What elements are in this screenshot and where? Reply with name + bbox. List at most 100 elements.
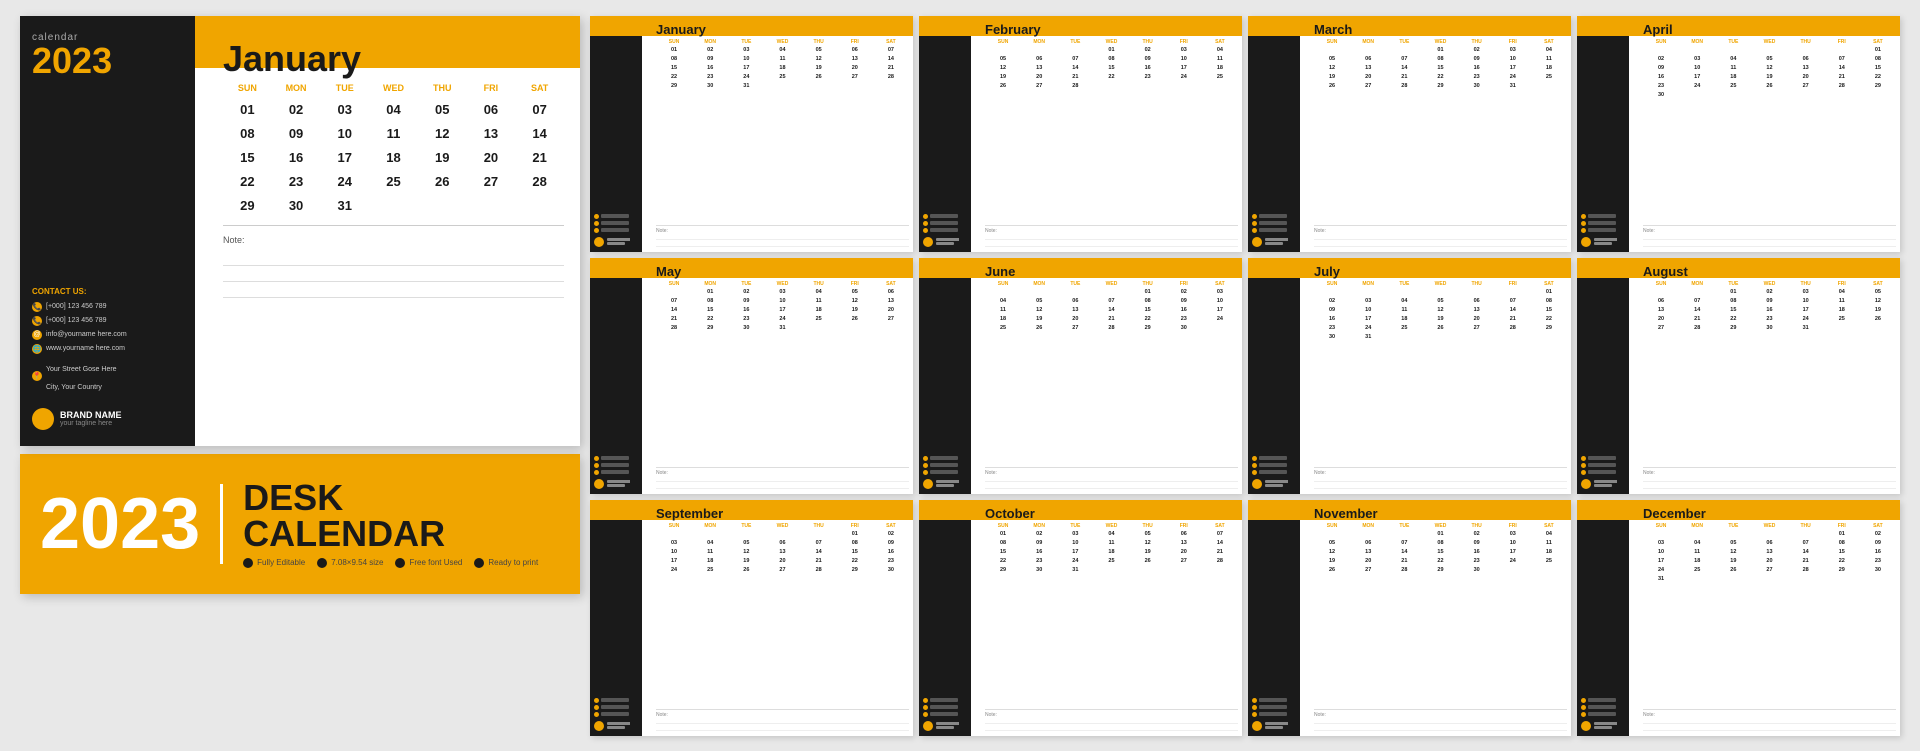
mini-cal-day: 11 [1679,548,1715,557]
mini-brand-line [936,242,954,245]
mini-cal-week: 12131415161718 [1314,64,1567,73]
mini-cal-day: 29 [1824,566,1860,575]
mini-contact [923,456,967,475]
mini-cal-day: 07 [1202,530,1238,539]
mini-cal-day: 05 [837,288,873,297]
mini-contact-item [1581,705,1625,710]
mini-cal-day: 30 [1643,91,1679,100]
note-line [223,284,564,298]
mini-cal-week: 010203040506 [656,288,909,297]
cal-day: 20 [467,146,516,169]
mini-day-header: TUE [1386,38,1422,46]
mini-cal-day: 23 [1860,557,1896,566]
mini-cal-day: 15 [837,548,873,557]
cal-day: 09 [272,122,321,145]
mini-cal-week: 16171819202122 [1643,73,1896,82]
mini-cal-day: 21 [801,557,837,566]
mini-day-header: FRI [837,280,873,288]
mini-cal-day: 04 [1715,55,1751,64]
mini-cal-week: 03040506070809 [656,539,909,548]
mini-cal-day [1459,333,1495,342]
mini-brand-line [936,484,954,487]
mini-cal-day: 23 [1130,73,1166,82]
mini-day-header: SAT [1202,38,1238,46]
contact-email: info@yourname here.com [46,331,127,338]
mini-cal-day: 20 [837,64,873,73]
mini-cal-day: 16 [1459,548,1495,557]
mini-cal-day: 06 [1788,55,1824,64]
mini-cal-day: 01 [1824,530,1860,539]
mini-cal-day: 08 [1422,55,1458,64]
mini-note: Note: [1314,467,1567,490]
mini-cal-day: 26 [1422,324,1458,333]
mini-day-header: SAT [873,38,909,46]
mini-contact-line [601,705,629,709]
mini-cal-day: 30 [1166,324,1202,333]
mini-cal-left-may: calendar 2023 [590,258,642,494]
mini-cal-week: 293031 [985,566,1238,575]
mini-brand-logo [923,721,933,731]
mini-cal-day: 06 [764,539,800,548]
mini-cal-day: 14 [1093,306,1129,315]
mini-day-header: WED [1093,280,1129,288]
mini-cal-header-row: SUNMONTUEWEDTHUFRISAT [656,38,909,46]
mini-contact-line [601,712,629,716]
mini-contact-dot [1581,221,1586,226]
mini-cal-week: 262728293031 [1314,82,1567,91]
mini-contact-line [1588,705,1616,709]
mini-contact-line [930,470,958,474]
mini-cal-week: 01020304050607 [985,530,1238,539]
mini-brand-lines [936,722,960,729]
mini-cal-day: 01 [656,46,692,55]
mini-cal-day: 19 [728,557,764,566]
brand-logo [32,408,54,430]
cal-day: 11 [369,122,418,145]
mini-cal-day: 24 [1788,315,1824,324]
mini-cal-day: 07 [873,46,909,55]
mini-cal-week: 04050607080910 [985,297,1238,306]
mini-cal-day: 12 [1860,297,1896,306]
mini-cal-day: 06 [837,46,873,55]
mini-contact-dot [923,712,928,717]
mini-cal-day: 03 [1643,539,1679,548]
mini-brand-line [1594,722,1618,725]
mini-cal-day: 08 [692,297,728,306]
mini-day-header: FRI [1824,522,1860,530]
calendar-word: CALENDAR [243,516,538,552]
mini-cal-grid: SUNMONTUEWEDTHUFRISAT 010203040506070809… [1643,38,1896,223]
mini-cal-day: 03 [1495,530,1531,539]
mini-cal-day: 10 [764,297,800,306]
feature-icon-3 [395,558,405,568]
mini-cal-day: 25 [985,324,1021,333]
mini-cal-left-august: calendar 2023 [1577,258,1629,494]
mini-cal-header-row: SUNMONTUEWEDTHUFRISAT [985,38,1238,46]
mini-cal-day: 11 [1715,64,1751,73]
mini-cal-day: 22 [1422,73,1458,82]
mini-cal-day: 11 [801,297,837,306]
mini-cal-day: 13 [764,548,800,557]
mini-brand-logo [594,721,604,731]
feature-label-4: Ready to print [488,558,538,567]
mini-cal-day: 25 [1386,324,1422,333]
brand-tagline: your tagline here [60,420,122,427]
mini-cal-day: 13 [837,55,873,64]
mini-month-title: March [1314,22,1567,37]
mini-contact-dot [594,712,599,717]
mini-cal-day: 07 [656,297,692,306]
mini-contact [594,214,638,233]
mini-cal-day: 04 [1679,539,1715,548]
mini-month-title: June [985,264,1238,279]
mini-contact-line [1259,712,1287,716]
mini-cal-day: 29 [1130,324,1166,333]
mini-cal-november: calendar 2023 November [1248,500,1571,736]
mini-cal-week: 24252627282930 [656,566,909,575]
mini-note: Note: [1643,467,1896,490]
mini-cal-week: 09101112131415 [1643,64,1896,73]
mini-contact-line [1259,705,1287,709]
mini-cal-day: 17 [656,557,692,566]
mini-cal-day [1093,288,1129,297]
mini-cal-january: calendar 2023 January [590,16,913,252]
mini-cal-day: 02 [1130,46,1166,55]
mini-cal-week: 08091011121314 [656,55,909,64]
mini-cal-day: 11 [1386,306,1422,315]
